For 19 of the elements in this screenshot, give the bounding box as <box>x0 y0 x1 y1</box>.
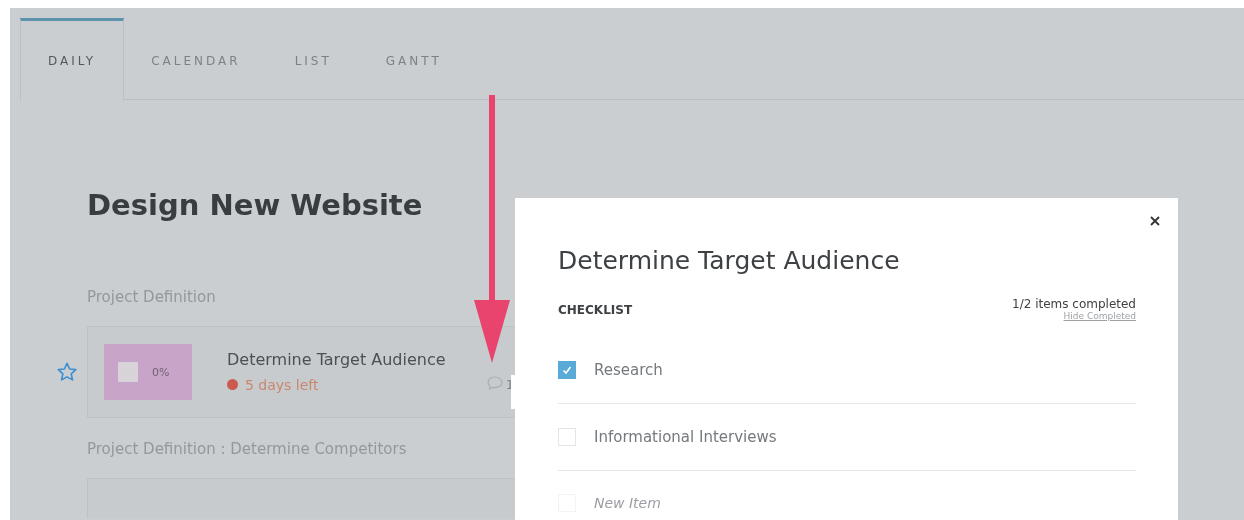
close-button[interactable] <box>1148 214 1162 228</box>
view-tab[interactable]: GANTT <box>358 18 469 100</box>
view-tab[interactable]: CALENDAR <box>124 18 268 100</box>
checklist-item: Research <box>594 361 663 379</box>
due-label: 5 days left <box>245 376 319 393</box>
check-icon <box>561 364 573 376</box>
completion-summary: 1/2 items completed <box>1012 297 1136 311</box>
project-title: Design New Website <box>87 188 423 222</box>
popup-title: Determine Target Audience <box>558 246 901 275</box>
hide-completed-link[interactable]: Hide Completed <box>1063 311 1136 321</box>
overdue-icon <box>227 379 238 390</box>
view-tab[interactable]: LIST <box>267 18 359 100</box>
checklist-item: Informational Interviews <box>594 428 777 446</box>
checklist-heading: CHECKLIST <box>558 303 633 317</box>
checkbox[interactable] <box>558 361 576 379</box>
task-checkbox[interactable] <box>118 362 138 382</box>
view-tab[interactable]: DAILY <box>20 18 125 101</box>
task-title: Determine Target Audience <box>227 350 447 369</box>
progress-percent: 0% <box>152 365 170 379</box>
